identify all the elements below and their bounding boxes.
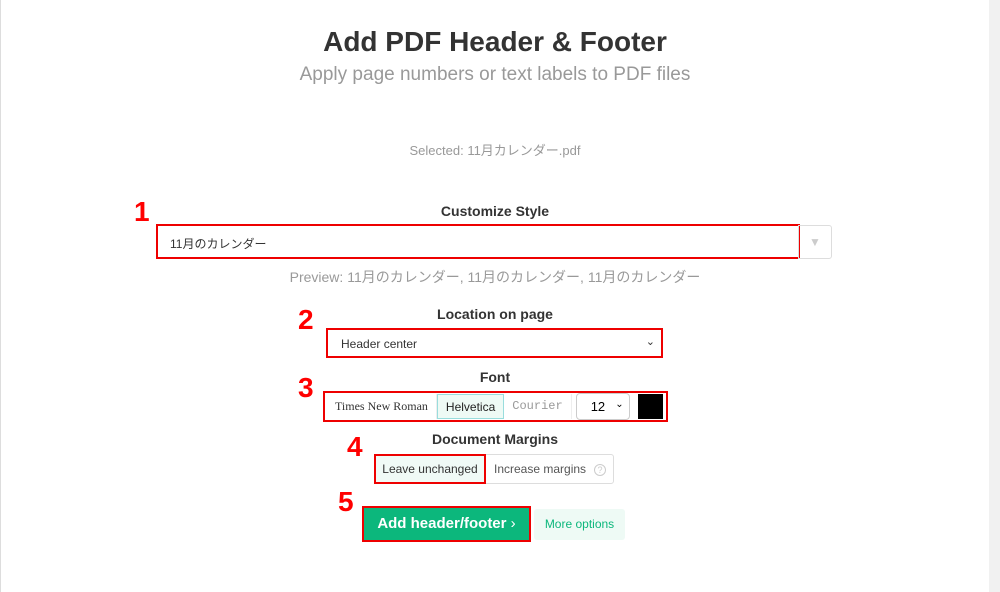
font-option-helvetica[interactable]: Helvetica [436,394,505,419]
font-option-courier[interactable]: Courier [504,394,572,419]
font-size-select[interactable]: 12 ⌄ [575,393,630,420]
font-option-times[interactable]: Times New Roman [327,394,437,419]
font-label: Font [479,369,511,385]
style-input[interactable]: 11月のカレンダー [156,224,800,259]
add-header-footer-button[interactable]: Add header/footer › [362,506,531,542]
page-title: Add PDF Header & Footer [323,26,667,57]
location-label: Location on page [437,306,553,322]
customize-style-label: Customize Style [440,203,550,219]
help-icon[interactable]: ? [594,464,607,476]
increase-margins-label: Increase margins [494,462,587,476]
chevron-down-icon: ⌄ [645,336,655,348]
margins-toggle: Leave unchanged Increase margins? [374,454,614,484]
margins-label: Document Margins [431,431,558,447]
font-size-value: 12 [590,399,606,414]
style-dropdown-button[interactable]: ▼ [798,225,832,259]
add-button-label: Add header/footer [377,515,507,532]
page-subtitle: Apply page numbers or text labels to PDF… [299,64,691,85]
margin-option-increase[interactable]: Increase margins? [486,455,607,483]
font-picker: Times New Roman Helvetica Courier 12 ⌄ [323,391,668,422]
selected-file: Selected: 11月カレンダー.pdf [409,143,581,158]
location-select[interactable]: Header center ⌄ [326,328,663,358]
chevron-right-icon: › [510,515,516,532]
caret-down-icon: ▼ [809,235,821,249]
location-value: Header center [341,337,418,351]
step-5-marker: 5 [338,486,354,517]
chevron-down-icon: ⌄ [615,399,624,410]
style-preview: Preview: 11月のカレンダー, 11月のカレンダー, 11月のカレンダー [289,269,701,285]
margin-option-leave[interactable]: Leave unchanged [374,454,486,484]
scrollbar[interactable] [989,0,1000,592]
more-options-button[interactable]: More options [534,509,625,540]
font-color-swatch[interactable] [637,394,663,419]
